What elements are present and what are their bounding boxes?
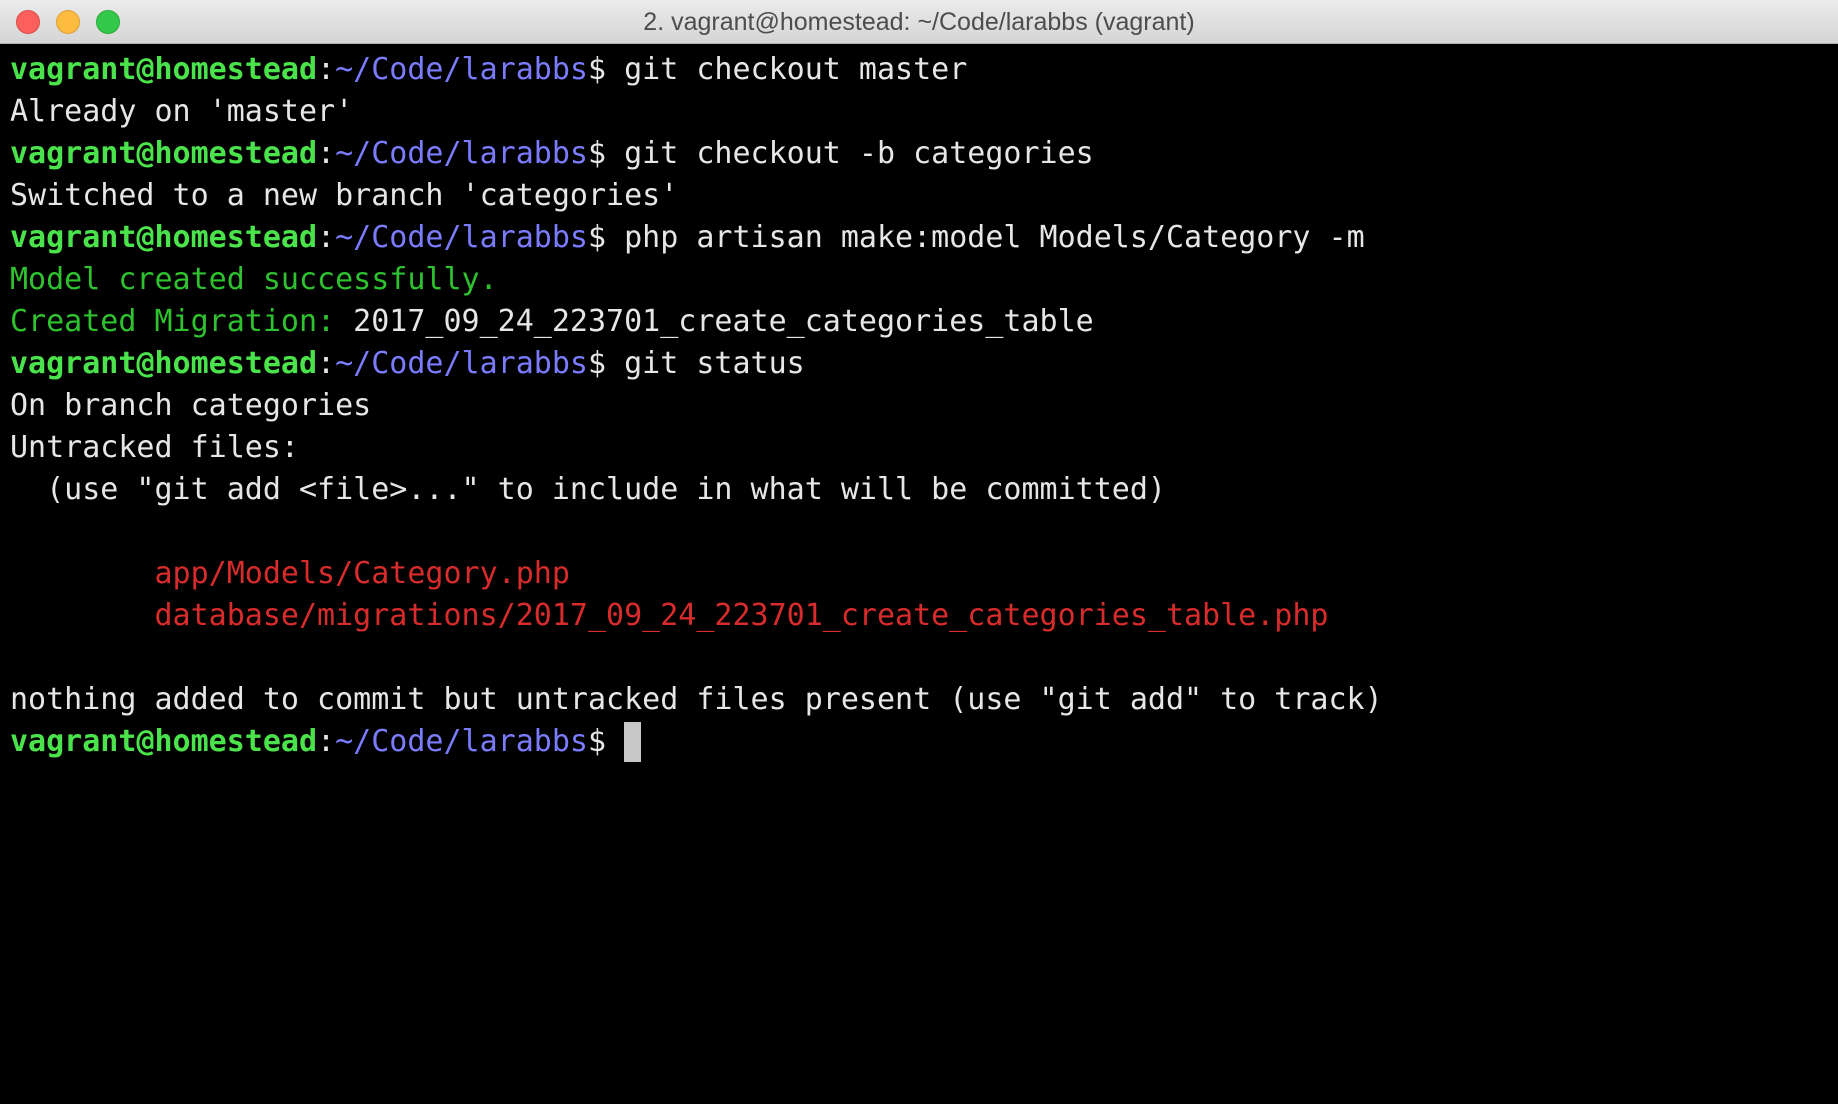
prompt-colon: : xyxy=(317,346,336,381)
command-line: vagrant@homestead:~/Code/larabbs$ git st… xyxy=(10,343,1838,385)
prompt-user-host: vagrant@homestead xyxy=(10,52,318,87)
untracked-file: database/migrations/2017_09_24_223701_cr… xyxy=(10,598,1329,633)
prompt-dollar: $ xyxy=(587,346,625,381)
terminal-window: 2. vagrant@homestead: ~/Code/larabbs (va… xyxy=(0,0,1838,1104)
current-prompt-line[interactable]: vagrant@homestead:~/Code/larabbs$ xyxy=(10,721,1838,763)
prompt-colon: : xyxy=(317,724,336,759)
title-bar[interactable]: 2. vagrant@homestead: ~/Code/larabbs (va… xyxy=(0,0,1838,44)
success-message: Model created successfully. xyxy=(10,262,498,297)
prompt-user-host: vagrant@homestead xyxy=(10,346,318,381)
command-text: git checkout master xyxy=(624,52,968,87)
prompt-dollar: $ xyxy=(587,136,625,171)
terminal-output[interactable]: vagrant@homestead:~/Code/larabbs$ git ch… xyxy=(10,49,1838,763)
command-text: git status xyxy=(624,346,805,381)
prompt-path: ~/Code/larabbs xyxy=(335,52,588,87)
command-line: vagrant@homestead:~/Code/larabbs$ git ch… xyxy=(10,49,1838,91)
command-text: git checkout -b categories xyxy=(624,136,1094,171)
prompt-dollar: $ xyxy=(587,724,625,759)
output-line: Untracked files: xyxy=(10,430,299,465)
output-line: On branch categories xyxy=(10,388,372,423)
migration-created-line: Created Migration: 2017_09_24_223701_cre… xyxy=(10,301,1838,343)
command-line: vagrant@homestead:~/Code/larabbs$ php ar… xyxy=(10,217,1838,259)
prompt-user-host: vagrant@homestead xyxy=(10,220,318,255)
prompt-user-host: vagrant@homestead xyxy=(10,724,318,759)
prompt-path: ~/Code/larabbs xyxy=(335,220,588,255)
prompt-colon: : xyxy=(317,220,336,255)
prompt-colon: : xyxy=(317,52,336,87)
command-text: php artisan make:model Models/Category -… xyxy=(624,220,1365,255)
prompt-dollar: $ xyxy=(587,52,625,87)
output-line: Already on 'master' xyxy=(10,94,354,129)
prompt-path: ~/Code/larabbs xyxy=(335,136,588,171)
output-line: nothing added to commit but untracked fi… xyxy=(10,682,1383,717)
window-title: 2. vagrant@homestead: ~/Code/larabbs (va… xyxy=(643,8,1195,36)
migration-name: 2017_09_24_223701_create_categories_tabl… xyxy=(353,304,1094,339)
migration-label: Created Migration: xyxy=(10,304,354,339)
untracked-file: app/Models/Category.php xyxy=(10,556,570,591)
prompt-user-host: vagrant@homestead xyxy=(10,136,318,171)
prompt-dollar: $ xyxy=(587,220,625,255)
text-cursor xyxy=(624,722,642,762)
prompt-path: ~/Code/larabbs xyxy=(335,346,588,381)
command-line: vagrant@homestead:~/Code/larabbs$ git ch… xyxy=(10,133,1838,175)
output-line: (use "git add <file>..." to include in w… xyxy=(10,472,1166,507)
prompt-path: ~/Code/larabbs xyxy=(335,724,588,759)
output-line: Switched to a new branch 'categories' xyxy=(10,178,679,213)
prompt-colon: : xyxy=(317,136,336,171)
